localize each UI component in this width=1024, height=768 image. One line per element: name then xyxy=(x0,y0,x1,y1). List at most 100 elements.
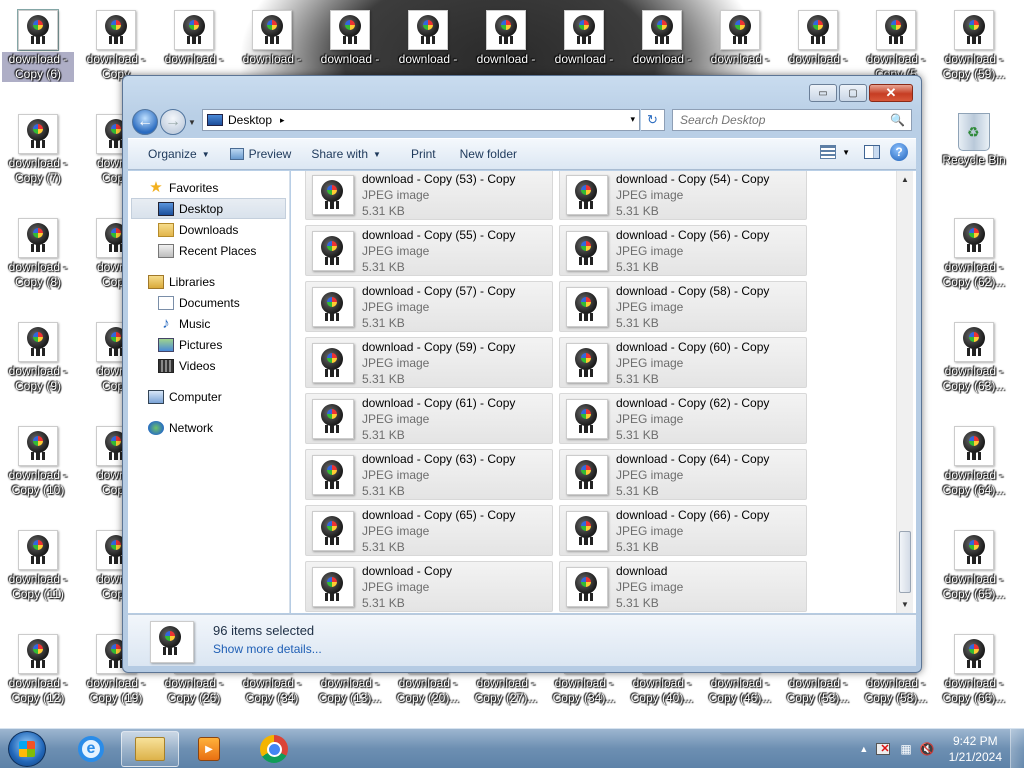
file-tile[interactable]: download - Copy (55) - Copy JPEG image 5.3… xyxy=(305,225,553,276)
file-tile[interactable]: download JPEG image 5.31 KB xyxy=(559,561,807,612)
nav-label: Network xyxy=(169,420,214,435)
file-tile[interactable]: download - Copy (61) - Copy JPEG image 5.3… xyxy=(305,393,553,444)
nav-computer[interactable]: Computer xyxy=(128,386,289,407)
scrollbar-thumb[interactable] xyxy=(899,531,911,593)
jpeg-thumbnail-icon xyxy=(954,530,994,570)
print-button[interactable]: Print xyxy=(401,142,446,166)
clock-date: 1/21/2024 xyxy=(948,750,1002,764)
desktop-file-icon[interactable]: download - Copy (12) xyxy=(2,630,74,726)
windows-explorer-taskbar-button[interactable] xyxy=(121,731,179,767)
desktop-icon-label: download - xyxy=(554,52,614,66)
file-tile[interactable]: download - Copy (57) - Copy JPEG image 5.3… xyxy=(305,281,553,332)
desktop-file-icon[interactable]: download - Copy (63)... xyxy=(938,318,1010,414)
chrome-taskbar-button[interactable] xyxy=(245,731,303,767)
nav-favorites[interactable]: ★ Favorites xyxy=(128,177,289,198)
internet-explorer-taskbar-button[interactable]: e xyxy=(62,731,120,767)
nav-libraries[interactable]: Libraries xyxy=(128,271,289,292)
jpeg-thumbnail-icon xyxy=(566,511,608,551)
nav-pictures[interactable]: Pictures xyxy=(128,334,289,355)
documents-icon xyxy=(158,295,174,310)
preview-pane-icon[interactable] xyxy=(864,145,880,159)
vertical-scrollbar[interactable]: ▲ ▼ xyxy=(896,171,913,613)
jpeg-thumbnail-icon xyxy=(312,175,354,215)
refresh-icon[interactable]: ↻ xyxy=(641,109,665,131)
help-icon[interactable]: ? xyxy=(890,143,908,161)
desktop-file-icon[interactable]: download - Copy (62)... xyxy=(938,214,1010,310)
address-bar[interactable]: Desktop ▸ ▾ xyxy=(202,109,640,131)
file-type: JPEG image xyxy=(616,524,684,538)
nav-label: Recent Places xyxy=(179,243,257,258)
start-button[interactable] xyxy=(8,731,46,767)
nav-label: Computer xyxy=(169,389,222,404)
clock[interactable]: 9:42 PM 1/21/2024 xyxy=(949,733,1002,765)
change-view-icon[interactable] xyxy=(820,145,837,159)
scroll-up-icon[interactable]: ▲ xyxy=(901,175,909,184)
desktop-icon-label: download - xyxy=(86,676,146,690)
file-tile[interactable]: download - Copy (58) - Copy JPEG image 5.3… xyxy=(559,281,807,332)
breadcrumb-separator-icon[interactable]: ▸ xyxy=(280,115,285,126)
recycle-bin-desktop-icon[interactable]: Recycle Bin xyxy=(938,110,1010,206)
new-folder-button[interactable]: New folder xyxy=(450,142,527,166)
desktop-file-icon[interactable]: download - Copy (65)... xyxy=(938,526,1010,622)
file-tile[interactable]: download - Copy (65) - Copy JPEG image 5.3… xyxy=(305,505,553,556)
file-tile[interactable]: download - Copy (56) - Copy JPEG image 5.3… xyxy=(559,225,807,276)
search-box[interactable]: 🔍 xyxy=(672,109,912,131)
desktop-file-icon[interactable]: download - Copy (6) xyxy=(2,6,74,102)
network-status-icon[interactable]: ▦ xyxy=(900,742,911,756)
desktop-icon-label: Copy (12) xyxy=(11,691,65,705)
file-tile[interactable]: download - Copy (53) - Copy JPEG image 5.3… xyxy=(305,171,553,220)
desktop-icon-label: Copy (66)... xyxy=(942,691,1006,705)
minimize-button[interactable]: ▭ xyxy=(809,84,837,102)
close-button[interactable]: ✕ xyxy=(869,84,913,102)
desktop-file-icon[interactable]: download - Copy (64)... xyxy=(938,422,1010,518)
desktop-file-icon[interactable]: download - Copy (9) xyxy=(2,318,74,414)
desktop-file-icon[interactable]: download - Copy (11) xyxy=(2,526,74,622)
maximize-button[interactable]: ▢ xyxy=(839,84,867,102)
volume-muted-icon[interactable]: 🔇 xyxy=(920,742,935,756)
file-tile[interactable]: download - Copy (54) - Copy JPEG image 5.3… xyxy=(559,171,807,220)
recent-pages-dropdown-icon[interactable]: ▼ xyxy=(188,118,196,127)
search-icon[interactable]: 🔍 xyxy=(890,113,905,127)
nav-music[interactable]: ♪ Music xyxy=(128,313,289,334)
show-desktop-button[interactable] xyxy=(1010,729,1024,768)
show-more-details-link[interactable]: Show more details... xyxy=(213,642,322,656)
file-tile[interactable]: download - Copy (60) - Copy JPEG image 5.3… xyxy=(559,337,807,388)
view-dropdown-icon[interactable]: ▼ xyxy=(842,148,850,157)
address-location[interactable]: Desktop xyxy=(228,113,272,127)
desktop-file-icon[interactable]: download - Copy (59)... xyxy=(938,6,1010,102)
libraries-icon xyxy=(148,274,164,289)
scroll-down-icon[interactable]: ▼ xyxy=(901,600,909,609)
desktop-file-icon[interactable]: download - Copy (7) xyxy=(2,110,74,206)
address-dropdown-icon[interactable]: ▾ xyxy=(630,114,635,125)
nav-downloads[interactable]: Downloads xyxy=(128,219,289,240)
desktop-icon-label: download - xyxy=(632,52,692,66)
desktop-icon-label: Copy (34) xyxy=(245,691,299,705)
file-tile[interactable]: download - Copy (62) - Copy JPEG image 5.3… xyxy=(559,393,807,444)
back-button[interactable]: ← xyxy=(132,109,158,135)
jpeg-thumbnail-icon xyxy=(18,114,58,154)
nav-recent-places[interactable]: Recent Places xyxy=(128,240,289,261)
desktop-file-icon[interactable]: download - Copy (8) xyxy=(2,214,74,310)
file-tile[interactable]: download - Copy (63) - Copy JPEG image 5.3… xyxy=(305,449,553,500)
nav-network[interactable]: Network xyxy=(128,417,289,438)
file-tile[interactable]: download - Copy (64) - Copy JPEG image 5.3… xyxy=(559,449,807,500)
nav-desktop[interactable]: Desktop xyxy=(131,198,286,219)
nav-documents[interactable]: Documents xyxy=(128,292,289,313)
preview-button[interactable]: Preview xyxy=(220,142,302,166)
media-player-taskbar-button[interactable]: ▶ xyxy=(180,731,238,767)
nav-videos[interactable]: Videos xyxy=(128,355,289,376)
file-tile[interactable]: download - Copy JPEG image 5.31 KB xyxy=(305,561,553,612)
show-hidden-icons-icon[interactable]: ▲ xyxy=(859,744,868,754)
file-tile[interactable]: download - Copy (59) - Copy JPEG image 5.3… xyxy=(305,337,553,388)
organize-button[interactable]: Organize ▼ xyxy=(138,142,220,166)
file-name: download - Copy (58) - Copy xyxy=(616,284,770,298)
share-with-button[interactable]: Share with ▼ xyxy=(301,142,391,166)
search-input[interactable] xyxy=(673,113,883,127)
forward-button[interactable]: → xyxy=(160,109,186,135)
action-center-icon[interactable] xyxy=(876,742,891,755)
jpeg-thumbnail-icon xyxy=(566,287,608,327)
nav-label: Videos xyxy=(179,358,216,373)
desktop-file-icon[interactable]: download - Copy (66)... xyxy=(938,630,1010,726)
file-tile[interactable]: download - Copy (66) - Copy JPEG image 5.3… xyxy=(559,505,807,556)
desktop-file-icon[interactable]: download - Copy (10) xyxy=(2,422,74,518)
